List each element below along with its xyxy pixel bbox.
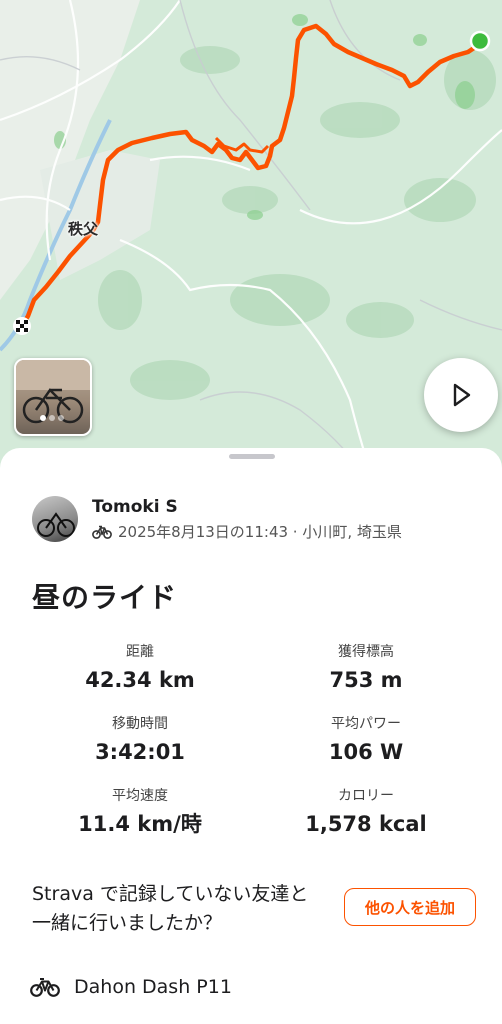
map-place-label: 秩父 [68, 220, 99, 238]
bike-icon [92, 525, 112, 539]
stat-value: 3:42:01 [95, 740, 185, 764]
stat-value: 1,578 kcal [305, 812, 427, 836]
stat-average-speed: 平均速度 11.4 km/時 [20, 787, 260, 837]
avatar[interactable] [32, 496, 78, 542]
stat-moving-time: 移動時間 3:42:01 [20, 715, 260, 765]
stat-elevation-gain: 獲得標高 753 m [246, 643, 486, 693]
stat-value: 753 m [329, 668, 403, 692]
stat-value: 106 W [328, 740, 404, 764]
athlete-name[interactable]: Tomoki S [92, 496, 402, 518]
stat-average-power: 平均パワー 106 W [246, 715, 486, 765]
avatar-bike-icon [37, 512, 75, 537]
gear-row[interactable]: Dahon Dash P11 [30, 976, 232, 998]
stat-value: 42.34 km [85, 668, 195, 692]
stat-calories: カロリー 1,578 kcal [246, 787, 486, 837]
play-icon [453, 383, 471, 407]
route-map[interactable]: 秩父 [0, 0, 502, 470]
stat-label: 平均速度 [112, 788, 168, 804]
stat-label: 移動時間 [112, 716, 168, 732]
gear-name: Dahon Dash P11 [74, 976, 232, 998]
play-flyover-button[interactable] [424, 358, 498, 432]
sheet-drag-handle[interactable] [229, 454, 275, 459]
activity-detail-sheet: Tomoki S 2025年8月13日の11:43 · 小川町, 埼玉県 昼のラ… [0, 448, 502, 1024]
activity-title: 昼のライド [32, 581, 178, 614]
stat-label: 獲得標高 [338, 644, 394, 660]
add-companions-prompt: Strava で記録していない友達と一緒に行いましたか？ [32, 883, 309, 934]
stat-label: 平均パワー [331, 716, 401, 732]
stat-label: 距離 [126, 644, 154, 660]
photo-page-indicator [40, 415, 64, 421]
stat-label: カロリー [338, 788, 394, 804]
add-others-button[interactable]: 他の人を追加 [344, 888, 476, 926]
activity-photo-thumbnail[interactable] [14, 358, 92, 436]
athlete-row[interactable]: Tomoki S 2025年8月13日の11:43 · 小川町, 埼玉県 [32, 496, 402, 542]
bicycle-photo-icon [16, 360, 90, 424]
activity-date-location: 2025年8月13日の11:43 · 小川町, 埼玉県 [118, 523, 402, 541]
stat-value: 11.4 km/時 [78, 812, 202, 836]
activity-meta: 2025年8月13日の11:43 · 小川町, 埼玉県 [92, 522, 402, 542]
stat-distance: 距離 42.34 km [20, 643, 260, 693]
bike-icon [30, 977, 60, 997]
